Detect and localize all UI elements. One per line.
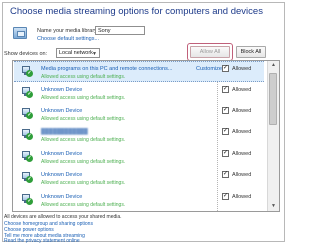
allowed-checkbox[interactable]: ✓ <box>222 150 229 157</box>
arrow-up-icon[interactable]: ▲ <box>268 61 279 70</box>
device-allowed-icon: ✓ <box>22 129 33 140</box>
device-row[interactable]: ✓ Media programs on this PC and remote c… <box>14 61 264 82</box>
device-status: Allowed access using default settings. <box>41 202 126 208</box>
library-name-input[interactable]: Sony <box>95 26 145 35</box>
device-allowed-icon: ✓ <box>22 108 33 119</box>
allowed-checkbox[interactable]: ✓ <box>222 86 229 93</box>
scrollbar-thumb[interactable] <box>269 73 277 125</box>
show-devices-selected: Local network <box>59 50 93 56</box>
device-allowed-icon: ✓ <box>22 87 33 98</box>
device-status: Allowed access using default settings. <box>41 74 126 80</box>
allowed-label: Allowed <box>232 87 252 93</box>
device-row[interactable]: ✓ Unknown Device Allowed access using de… <box>14 190 264 211</box>
allowed-label: Allowed <box>232 66 252 72</box>
allowed-label: Allowed <box>232 151 252 157</box>
media-library-icon <box>13 27 27 39</box>
allowed-checkbox[interactable]: ✓ <box>222 128 229 135</box>
device-allowed-icon: ✓ <box>22 151 33 162</box>
library-name-label: Name your media library: <box>37 28 99 34</box>
device-row[interactable]: ✓ Unknown Device Allowed access using de… <box>14 147 264 168</box>
block-all-button[interactable]: Block All <box>236 46 266 58</box>
vertical-scrollbar[interactable]: ▲ ▼ <box>267 61 279 211</box>
device-name[interactable]: Unknown Device <box>41 194 82 200</box>
device-name[interactable]: Unknown Device <box>41 87 82 93</box>
device-row[interactable]: ✓ Unknown Device Allowed access using de… <box>14 104 264 125</box>
allowed-label: Allowed <box>232 194 252 200</box>
allow-all-button[interactable]: Allow All <box>190 46 230 58</box>
choose-default-settings-link[interactable]: Choose default settings... <box>37 36 99 42</box>
device-row[interactable]: ✓ ████████████ Allowed access using defa… <box>14 125 264 146</box>
device-name[interactable]: Unknown Device <box>41 108 82 114</box>
device-name-redacted[interactable]: ████████████ <box>41 129 88 135</box>
device-row[interactable]: ✓ Unknown Device Allowed access using de… <box>14 168 264 189</box>
allowed-checkbox[interactable]: ✓ <box>222 193 229 200</box>
show-devices-select[interactable]: Local network ▼ <box>56 48 100 58</box>
device-row[interactable]: ✓ Unknown Device Allowed access using de… <box>14 83 264 104</box>
show-devices-label: Show devices on: <box>4 51 48 57</box>
device-name[interactable]: Unknown Device <box>41 151 82 157</box>
device-name[interactable]: Unknown Device <box>41 172 82 178</box>
allowed-checkbox[interactable]: ✓ <box>222 107 229 114</box>
arrow-down-icon[interactable]: ▼ <box>268 202 279 211</box>
allowed-checkbox[interactable]: ✓ <box>222 171 229 178</box>
allowed-checkbox[interactable]: ✓ <box>222 65 229 72</box>
device-allowed-icon: ✓ <box>22 172 33 183</box>
device-list: ✓ Media programs on this PC and remote c… <box>12 60 280 212</box>
chevron-down-icon: ▼ <box>92 51 97 57</box>
device-status: Allowed access using default settings. <box>41 137 126 143</box>
page-title: Choose media streaming options for compu… <box>10 6 263 17</box>
device-status: Allowed access using default settings. <box>41 95 126 101</box>
device-status: Allowed access using default settings. <box>41 159 126 165</box>
device-name[interactable]: Media programs on this PC and remote con… <box>41 66 172 72</box>
device-allowed-icon: ✓ <box>22 66 33 77</box>
allowed-label: Allowed <box>232 108 252 114</box>
privacy-statement-link[interactable]: Read the privacy statement online <box>4 239 80 244</box>
device-allowed-icon: ✓ <box>22 194 33 205</box>
access-status-note: All devices are allowed to access your s… <box>4 214 122 220</box>
allowed-label: Allowed <box>232 172 252 178</box>
device-status: Allowed access using default settings. <box>41 116 126 122</box>
device-status: Allowed access using default settings. <box>41 180 126 186</box>
allowed-label: Allowed <box>232 129 252 135</box>
